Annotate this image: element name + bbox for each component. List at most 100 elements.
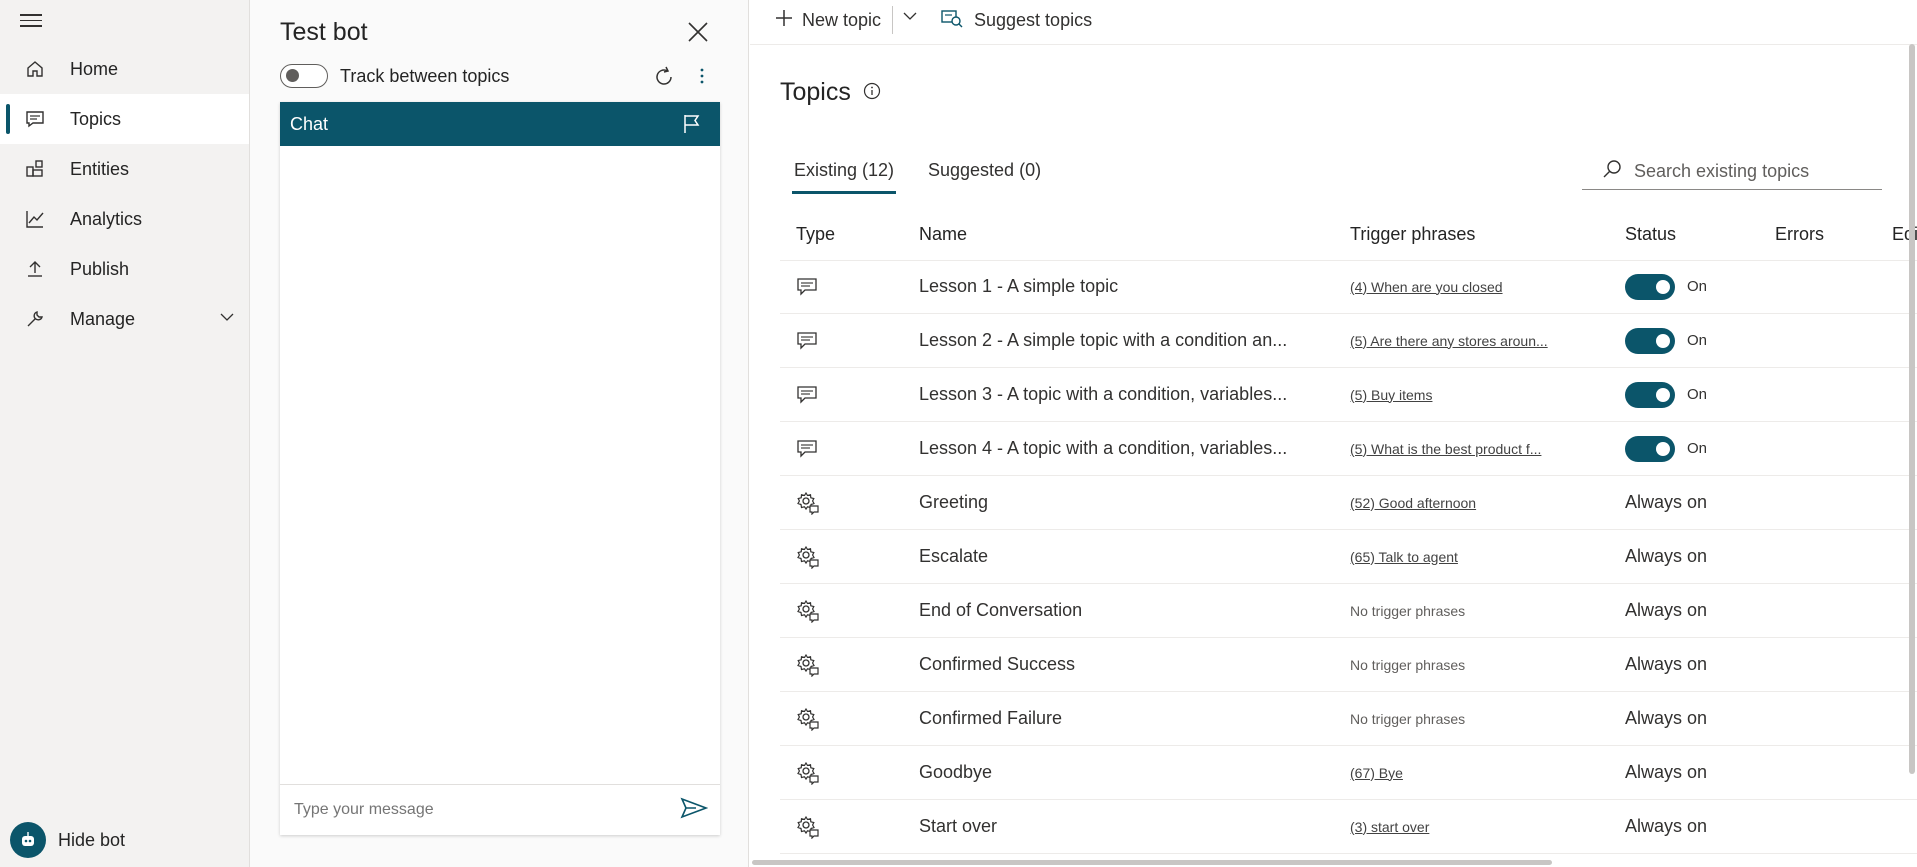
trigger-phrases-link[interactable]: (52) Good afternoon (1350, 495, 1476, 511)
status-cell: On (1625, 368, 1707, 421)
entities-icon (0, 159, 70, 179)
search-input[interactable] (1632, 159, 1882, 183)
trigger-phrases-link[interactable]: (5) Buy items (1350, 387, 1432, 403)
table-row[interactable]: Confirmed Success No trigger phrases Alway… (780, 638, 1917, 692)
table-row[interactable]: End of Conversation No trigger phrases Alw… (780, 584, 1917, 638)
chat-input-bar (280, 784, 720, 835)
trigger-phrases-cell: (5) What is the best product f... (1350, 422, 1541, 475)
custom-topic-icon (796, 260, 818, 313)
topic-name[interactable]: Lesson 4 - A topic with a condition, var… (919, 422, 1287, 475)
sidebar-item-analytics[interactable]: Analytics (0, 194, 249, 244)
system-topic-icon (796, 692, 820, 745)
table-row[interactable]: Escalate (65) Talk to agent Always on (780, 530, 1917, 584)
status-cell: Always on (1625, 638, 1707, 691)
status-cell: On (1625, 314, 1707, 367)
column-header-status[interactable]: Status (1625, 224, 1676, 245)
table-row[interactable]: Goodbye (67) Bye Always on (780, 746, 1917, 800)
more-options-icon[interactable] (694, 66, 710, 91)
topic-name[interactable]: Lesson 1 - A simple topic (919, 260, 1118, 313)
trigger-phrases-cell: (52) Good afternoon (1350, 476, 1476, 529)
custom-topic-icon (796, 368, 818, 421)
trigger-phrases-link[interactable]: (5) Are there any stores aroun... (1350, 333, 1548, 349)
sidebar-item-home[interactable]: Home (0, 44, 249, 94)
sidebar-item-entities[interactable]: Entities (0, 144, 249, 194)
test-bot-panel: Test bot Track between topics Chat (250, 0, 749, 867)
column-header-trigger-phrases[interactable]: Trigger phrases (1350, 224, 1475, 245)
topic-name[interactable]: Lesson 3 - A topic with a condition, var… (919, 368, 1287, 421)
status-toggle[interactable] (1625, 273, 1675, 300)
vertical-scrollbar[interactable] (1909, 44, 1915, 774)
system-topic-icon (796, 476, 820, 529)
topic-name[interactable]: Confirmed Failure (919, 692, 1062, 745)
close-icon[interactable] (686, 20, 710, 44)
table-row[interactable]: Lesson 4 - A topic with a condition, var… (780, 422, 1917, 476)
sidebar-item-topics[interactable]: Topics (0, 94, 249, 144)
status-label: Always on (1625, 546, 1708, 566)
sidebar-item-publish[interactable]: Publish (0, 244, 249, 294)
column-header-errors[interactable]: Errors (1775, 224, 1824, 245)
topic-name[interactable]: End of Conversation (919, 584, 1082, 637)
topic-name[interactable]: Escalate (919, 530, 988, 583)
chat-header: Chat (280, 102, 720, 146)
hamburger-menu-icon[interactable] (20, 10, 42, 30)
sidebar: Home Topics Entities Analytics Publish M… (0, 0, 250, 867)
new-topic-dropdown[interactable] (902, 8, 918, 29)
plus-icon (774, 8, 794, 33)
horizontal-scrollbar[interactable] (752, 860, 1552, 865)
track-between-topics-toggle[interactable] (280, 64, 328, 88)
table-row[interactable]: Lesson 3 - A topic with a condition, var… (780, 368, 1917, 422)
table-header: Type Name Trigger phrases Status Errors … (780, 220, 1917, 261)
status-toggle[interactable] (1625, 327, 1675, 354)
table-row[interactable]: Start over (3) start over Always on (780, 800, 1917, 854)
new-topic-button[interactable]: New topic (774, 8, 881, 33)
upload-icon (0, 259, 70, 279)
table-row[interactable]: Lesson 2 - A simple topic with a conditi… (780, 314, 1917, 368)
status-cell: Always on (1625, 530, 1707, 583)
test-bot-title: Test bot (280, 18, 368, 46)
suggest-topics-button[interactable]: Suggest topics (940, 8, 1092, 33)
info-icon[interactable] (863, 78, 881, 107)
trigger-phrases-link[interactable]: (67) Bye (1350, 765, 1403, 781)
trigger-phrases-cell: (3) start over (1350, 800, 1429, 853)
hide-bot-button[interactable]: Hide bot (10, 822, 125, 858)
status-cell: Always on (1625, 692, 1707, 745)
topic-name[interactable]: Start over (919, 800, 997, 853)
no-trigger-phrases: No trigger phrases (1350, 602, 1466, 619)
sidebar-item-manage[interactable]: Manage (0, 294, 249, 344)
refresh-icon[interactable] (652, 65, 676, 94)
custom-topic-icon (796, 314, 818, 367)
trigger-phrases-link[interactable]: (3) start over (1350, 819, 1429, 835)
flag-icon[interactable] (682, 113, 702, 140)
home-icon (0, 59, 70, 79)
status-toggle[interactable] (1625, 435, 1675, 462)
trigger-phrases-link[interactable]: (5) What is the best product f... (1350, 441, 1541, 457)
tab-suggested[interactable]: Suggested (0) (926, 160, 1043, 191)
status-label: On (1687, 386, 1708, 403)
trigger-phrases-cell: (5) Buy items (1350, 368, 1432, 421)
trigger-phrases-link[interactable]: (65) Talk to agent (1350, 549, 1458, 565)
chevron-down-icon[interactable] (219, 309, 235, 330)
topic-name[interactable]: Confirmed Success (919, 638, 1075, 691)
sidebar-item-label: Analytics (70, 208, 143, 229)
table-row[interactable]: Greeting (52) Good afternoon Always on (780, 476, 1917, 530)
topic-name[interactable]: Goodbye (919, 746, 992, 799)
column-header-name[interactable]: Name (919, 224, 967, 245)
table-row[interactable]: Confirmed Failure No trigger phrases Alway… (780, 692, 1917, 746)
topic-name[interactable]: Lesson 2 - A simple topic with a conditi… (919, 314, 1287, 367)
chat-message-input[interactable] (292, 800, 680, 820)
trigger-phrases-cell: No trigger phrases (1350, 692, 1465, 745)
trigger-phrases-cell: (5) Are there any stores aroun... (1350, 314, 1548, 367)
status-cell: Always on (1625, 746, 1707, 799)
status-label: Always on (1625, 816, 1708, 836)
trigger-phrases-cell: No trigger phrases (1350, 638, 1465, 691)
send-icon[interactable] (680, 797, 709, 824)
status-toggle[interactable] (1625, 381, 1675, 408)
status-label: Always on (1625, 708, 1708, 728)
status-label: On (1687, 332, 1708, 349)
status-label: Always on (1625, 600, 1708, 620)
trigger-phrases-link[interactable]: (4) When are you closed (1350, 279, 1503, 295)
column-header-type[interactable]: Type (796, 224, 835, 245)
table-row[interactable]: Lesson 1 - A simple topic (4) When are yo… (780, 260, 1917, 314)
topic-name[interactable]: Greeting (919, 476, 988, 529)
tab-existing[interactable]: Existing (12) (792, 160, 897, 194)
